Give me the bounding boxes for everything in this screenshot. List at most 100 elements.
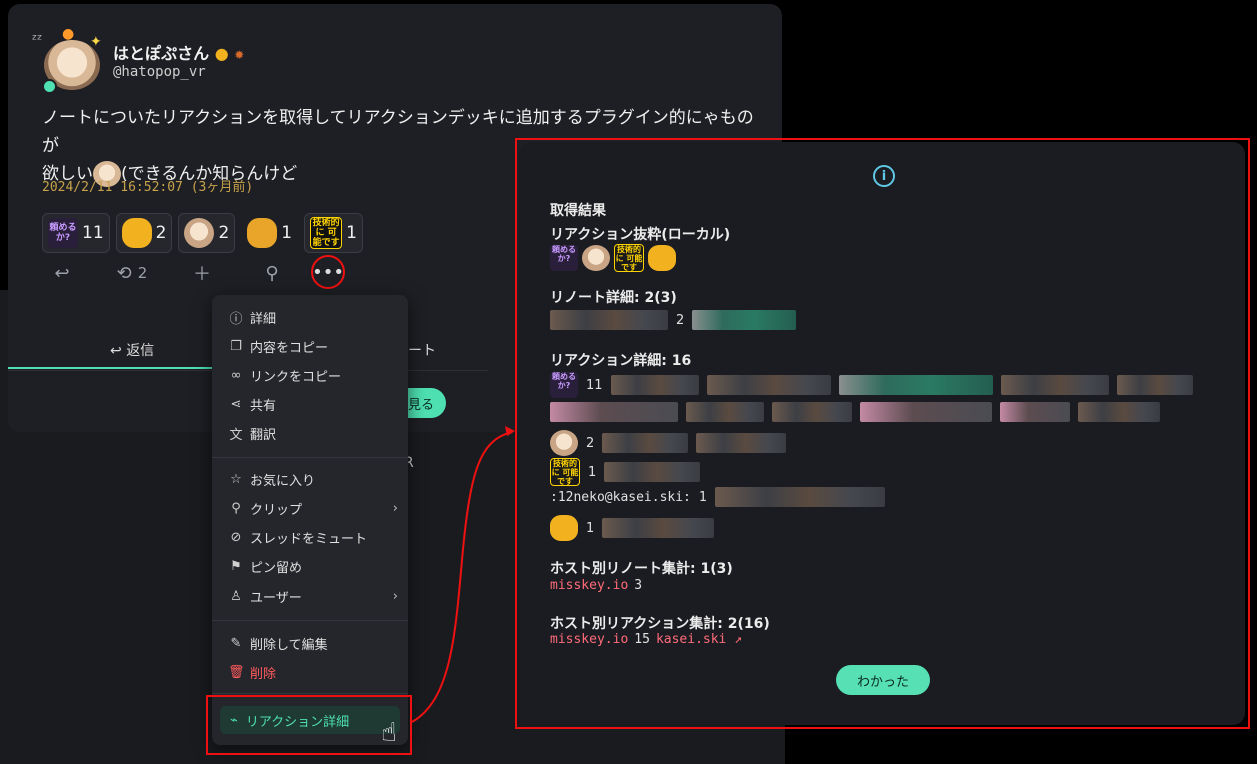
- face-emoji-icon: [550, 430, 578, 456]
- reaction-emoji-icon: 頼める か?: [550, 245, 578, 271]
- menu-item-label: 削除して編集: [250, 637, 328, 653]
- reaction-item[interactable]: 2: [178, 213, 236, 253]
- host-count: 3: [634, 578, 643, 593]
- menu-item-user[interactable]: ♙ ユーザー ›: [228, 584, 398, 608]
- mute-icon: ⊘: [230, 529, 242, 545]
- reaction-detail-row: [550, 402, 1160, 422]
- reaction-item[interactable]: 頼める か? 11: [42, 213, 110, 253]
- blurred-user[interactable]: [686, 402, 764, 422]
- blurred-user[interactable]: [610, 375, 699, 395]
- blurred-user[interactable]: [602, 518, 715, 538]
- react-button[interactable]: ＋: [182, 260, 222, 286]
- reaction-item[interactable]: 1: [241, 213, 298, 253]
- reaction-detail-count: 1: [586, 520, 595, 536]
- renote-details-row: 2: [550, 310, 797, 330]
- tab-renote[interactable]: ート: [408, 340, 436, 360]
- menu-item-mute-thread[interactable]: ⊘ スレッドをミュート: [228, 525, 398, 549]
- info-icon: i: [873, 165, 895, 187]
- menu-item-label: スレッドをミュート: [250, 531, 368, 547]
- cat-key-reaction-icon: [247, 218, 278, 248]
- menu-item-details[interactable]: ⓘ 詳細: [228, 305, 398, 329]
- menu-item-label: 詳細: [250, 311, 277, 327]
- menu-item-copy-content[interactable]: ❐ 内容をコピー: [228, 334, 398, 358]
- info-icon: ⓘ: [229, 311, 243, 327]
- menu-item-label: お気に入り: [250, 473, 316, 489]
- menu-item-favorite[interactable]: ☆ お気に入り: [228, 467, 398, 491]
- blurred-user[interactable]: [696, 433, 787, 453]
- face-reaction-icon: [184, 218, 215, 248]
- hand-cursor-icon: ☝: [381, 718, 397, 748]
- reaction-emoji-icon: 技術的に 可能です: [310, 217, 343, 249]
- more-button[interactable]: •••: [311, 255, 345, 289]
- menu-item-delete[interactable]: 🗑 削除: [228, 660, 398, 684]
- blurred-user[interactable]: [1000, 402, 1070, 422]
- user-handle[interactable]: @hatopop_vr: [113, 64, 206, 80]
- reaction-item[interactable]: 技術的に 可能です 1: [304, 213, 363, 253]
- renote-icon: ⟲: [116, 262, 132, 284]
- menu-divider: [212, 693, 408, 694]
- sleep-z-icon: ᶻᶻ: [32, 32, 43, 48]
- cat-reaction-icon: [121, 218, 152, 248]
- translate-icon: 文: [229, 427, 243, 443]
- host-count: 15: [634, 632, 650, 647]
- face-emoji-icon: [582, 245, 610, 271]
- blurred-user[interactable]: [706, 375, 831, 395]
- menu-item-label: リンクをコピー: [250, 369, 342, 385]
- blurred-user[interactable]: [714, 487, 885, 507]
- note-actions: ↩ ⟲ 2 ＋ ⚲: [42, 260, 322, 286]
- menu-divider: [212, 620, 408, 621]
- blurred-user[interactable]: [550, 402, 678, 422]
- cat-emoji-icon: [550, 515, 578, 541]
- reaction-detail-row: 1: [550, 515, 715, 541]
- reaction-detail-count: 11: [586, 377, 603, 393]
- note-timestamp[interactable]: 2024/2/11 16:52:07 (3ヶ月前): [42, 176, 253, 195]
- reaction-details-heading: リアクション詳細: 16: [550, 353, 692, 369]
- reaction-detail-row: :12neko@kasei.ski: 1: [550, 487, 885, 507]
- trash-icon: 🗑: [228, 664, 245, 680]
- ok-button[interactable]: わかった: [836, 665, 930, 695]
- reply-button[interactable]: ↩: [42, 260, 82, 286]
- reaction-detail-row: 2: [550, 430, 787, 456]
- menu-item-translate[interactable]: 文翻訳: [228, 421, 398, 445]
- blurred-user[interactable]: [860, 402, 992, 422]
- host-link[interactable]: kasei.ski ↗: [656, 632, 742, 647]
- blurred-user[interactable]: [1116, 375, 1193, 395]
- host-link[interactable]: misskey.io: [550, 632, 628, 647]
- chevron-right-icon: ›: [392, 500, 398, 516]
- menu-item-delete-edit[interactable]: ✎ 削除して編集: [228, 631, 398, 655]
- host-link[interactable]: misskey.io: [550, 578, 628, 593]
- reaction-detail-count: 2: [586, 435, 595, 451]
- blurred-user[interactable]: [692, 310, 797, 330]
- username[interactable]: はとぽぷさん ● ✹: [113, 40, 244, 64]
- blurred-user[interactable]: [550, 310, 668, 330]
- renote-details-heading: リノート詳細: 2(3): [550, 290, 677, 306]
- tab-active-indicator: [8, 367, 218, 369]
- reaction-count: 2: [155, 223, 167, 243]
- renote-button[interactable]: ⟲ 2: [112, 260, 152, 286]
- blurred-user[interactable]: [1078, 402, 1160, 422]
- reaction-list: 頼める か? 11 2 2 1 技術的に 可能です 1: [42, 213, 363, 253]
- menu-item-copy-link[interactable]: ∞ リンクをコピー: [228, 363, 398, 387]
- reply-icon: ↩: [110, 343, 127, 359]
- edit-icon: ✎: [230, 635, 242, 651]
- blurred-user[interactable]: [602, 433, 689, 453]
- blurred-user[interactable]: [772, 402, 852, 422]
- host-reaction-row: misskey.io 15 kasei.ski ↗: [550, 632, 742, 647]
- host-link-label: kasei.ski: [655, 632, 727, 647]
- reaction-count: 2: [218, 223, 230, 243]
- reaction-emoji-icon: 技術的に 可能です: [614, 244, 644, 272]
- blurred-user[interactable]: [1000, 375, 1109, 395]
- menu-item-clip[interactable]: ⚲ クリップ ›: [228, 496, 398, 520]
- sparkle-icon: ✦: [90, 34, 102, 50]
- menu-item-share[interactable]: ⋖ 共有: [228, 392, 398, 416]
- reaction-count: 1: [346, 223, 357, 243]
- blurred-user[interactable]: [838, 375, 993, 395]
- clip-button[interactable]: ⚲: [252, 260, 292, 286]
- plus-icon: ＋: [193, 264, 211, 285]
- flower-emoji-icon: ✹: [234, 48, 245, 62]
- blurred-user[interactable]: [604, 462, 701, 482]
- tab-reply[interactable]: ↩ 返信: [110, 340, 154, 360]
- menu-item-pin[interactable]: ⚑ ピン留め: [228, 554, 398, 578]
- reaction-item[interactable]: 2: [115, 213, 173, 253]
- orange-icon: ●: [62, 26, 75, 42]
